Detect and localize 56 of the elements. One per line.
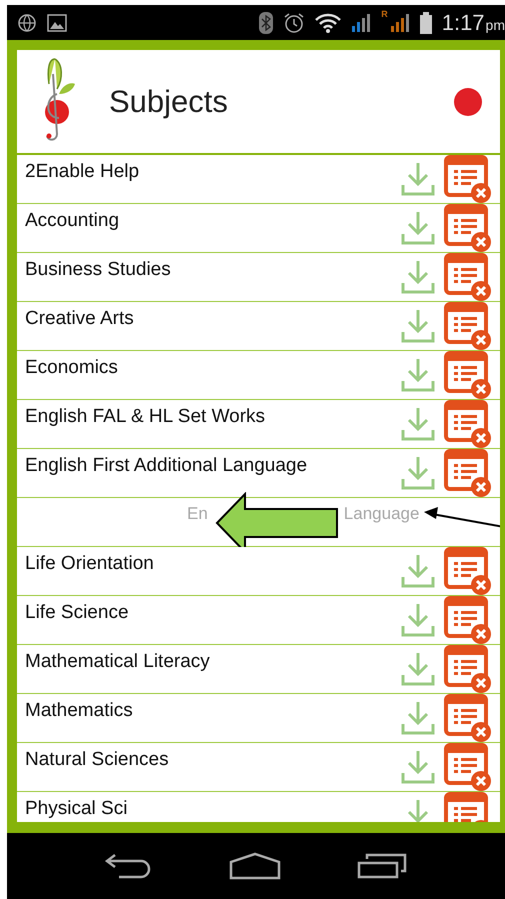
remove-list-icon[interactable] <box>444 547 492 595</box>
faded-subject-text: Language <box>344 504 420 524</box>
subject-row[interactable]: English First Additional Language <box>17 449 500 497</box>
subject-row[interactable]: Natural Sciences <box>17 743 500 791</box>
subject-row[interactable]: 2Enable Help <box>17 155 500 203</box>
alarm-icon <box>283 12 306 34</box>
subject-name: Accounting <box>24 209 120 232</box>
remove-list-icon[interactable] <box>444 400 492 448</box>
remove-list-icon[interactable] <box>444 645 492 693</box>
subject-name: Mathematics <box>24 699 134 722</box>
back-icon[interactable] <box>105 853 153 879</box>
clock-ampm: pm <box>486 16 505 32</box>
subject-row[interactable]: Physical Sci <box>17 792 500 822</box>
subject-name: Life Science <box>24 601 130 624</box>
remove-list-icon[interactable] <box>444 302 492 350</box>
clock-time: 1:17 <box>442 10 485 36</box>
image-icon <box>47 12 67 32</box>
battery-icon <box>420 12 432 34</box>
subject-name: Business Studies <box>24 258 172 281</box>
remove-list-icon[interactable] <box>444 694 492 742</box>
record-indicator[interactable] <box>454 88 482 116</box>
remove-list-icon[interactable] <box>444 596 492 644</box>
subject-row[interactable]: Business Studies <box>17 253 500 301</box>
subject-row[interactable]: English FAL & HL Set Works <box>17 400 500 448</box>
recent-apps-icon[interactable] <box>357 853 407 879</box>
subject-row[interactable]: Accounting <box>17 204 500 252</box>
remove-list-icon[interactable] <box>444 155 492 203</box>
subject-row[interactable]: Life Science <box>17 596 500 644</box>
subject-name: Mathematical Literacy <box>24 650 211 673</box>
subject-row[interactable]: Mathematical Literacy <box>17 645 500 693</box>
globe-icon <box>17 12 37 32</box>
subject-row[interactable]: Economics <box>17 351 500 399</box>
subject-row[interactable]: Mathematics <box>17 694 500 742</box>
subject-name: Creative Arts <box>24 307 135 330</box>
remove-list-icon[interactable] <box>444 204 492 252</box>
page-title: Subjects <box>109 84 229 120</box>
subject-row[interactable]: Life Orientation <box>17 547 500 595</box>
subject-name: Life Orientation <box>24 552 155 575</box>
subject-name: Natural Sciences <box>24 748 170 771</box>
remove-list-icon[interactable] <box>444 351 492 399</box>
remove-list-icon[interactable] <box>444 743 492 791</box>
faded-subject-text: En <box>187 504 208 524</box>
signal-icon <box>390 12 410 32</box>
signal-icon <box>351 12 372 32</box>
subject-name: 2Enable Help <box>24 160 140 183</box>
subject-name: English First Additional Language <box>24 454 308 477</box>
wifi-icon <box>315 12 342 32</box>
subject-name: Economics <box>24 356 119 379</box>
home-icon[interactable] <box>229 852 281 880</box>
roaming-indicator: R <box>381 9 388 19</box>
subject-row[interactable]: Creative Arts <box>17 302 500 350</box>
remove-list-icon[interactable] <box>444 253 492 301</box>
subject-name: English FAL & HL Set Works <box>24 405 266 428</box>
remove-list-icon[interactable] <box>444 449 492 497</box>
subject-name: Physical Sci <box>24 797 128 820</box>
bluetooth-icon <box>259 12 274 34</box>
